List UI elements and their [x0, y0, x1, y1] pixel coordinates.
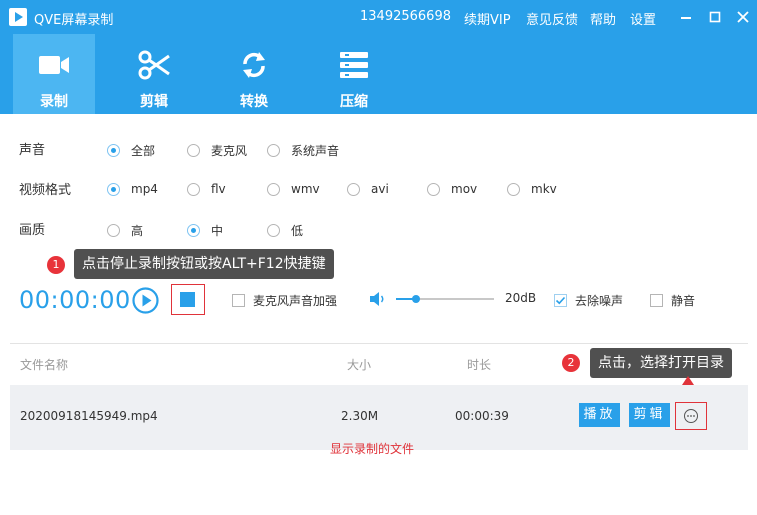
checkmark-icon: [555, 296, 566, 305]
radio-format-flv[interactable]: flv: [187, 182, 226, 196]
edit-file-button[interactable]: 剪辑: [629, 403, 670, 427]
tab-label: 压缩: [340, 94, 368, 110]
quality-label: 画质: [19, 223, 46, 238]
radio-label: mp4: [131, 182, 158, 196]
file-size: 2.30M: [341, 409, 379, 423]
radio-format-mov[interactable]: mov: [427, 182, 477, 196]
volume-db-value: 20dB: [505, 291, 537, 305]
volume-slider[interactable]: [396, 295, 494, 303]
account-phone[interactable]: 13492566698: [360, 9, 451, 24]
more-icon: [684, 409, 698, 423]
tab-label: 转换: [240, 94, 268, 110]
volume-slider-thumb[interactable]: [411, 295, 420, 303]
format-label: 视频格式: [19, 183, 72, 198]
radio-label: 系统声音: [291, 144, 340, 158]
radio-label: 麦克风: [211, 144, 248, 158]
checkbox-label: 静音: [671, 294, 696, 308]
tab-convert[interactable]: 转换: [213, 34, 295, 114]
radio-label: mkv: [531, 182, 557, 196]
volume-icon[interactable]: [369, 291, 387, 307]
checkbox-mic-boost[interactable]: 麦克风声音加强: [232, 292, 337, 309]
checkbox-label: 去除噪声: [575, 294, 624, 308]
help-link[interactable]: 帮助: [590, 9, 616, 28]
checkbox-mute[interactable]: 静音: [650, 292, 695, 309]
radio-label: avi: [371, 182, 389, 196]
file-name: 20200918145949.mp4: [20, 409, 158, 423]
tab-edit[interactable]: 剪辑: [113, 34, 195, 114]
minimize-icon[interactable]: [677, 8, 695, 26]
radio-label: 低: [291, 224, 304, 238]
checkbox-box: [232, 294, 245, 307]
file-list-annotation: 显示录制的文件: [330, 442, 415, 456]
compress-icon: [340, 52, 368, 78]
title-bar: QVE屏幕录制 13492566698 续期VIP 意见反馈 帮助 设置: [0, 0, 757, 34]
column-header-name: 文件名称: [20, 358, 69, 372]
step-2-badge: 2: [562, 354, 580, 372]
tab-label: 剪辑: [140, 94, 168, 110]
tooltip-open-folder-hint: 点击，选择打开目录: [590, 348, 732, 378]
radio-label: 高: [131, 224, 144, 238]
app-title: QVE屏幕录制: [34, 13, 114, 28]
radio-quality-low[interactable]: 低: [267, 222, 303, 239]
radio-quality-high[interactable]: 高: [107, 222, 143, 239]
radio-circle: [107, 182, 120, 196]
file-duration: 00:00:39: [455, 409, 509, 423]
radio-sound-all[interactable]: 全部: [107, 142, 155, 159]
feedback-link[interactable]: 意见反馈: [526, 9, 578, 28]
radio-circle: [187, 224, 200, 237]
play-icon[interactable]: [132, 287, 159, 314]
radio-format-mp4[interactable]: mp4: [107, 182, 158, 196]
settings-link[interactable]: 设置: [630, 9, 656, 28]
radio-circle: [507, 182, 520, 196]
app-window: QVE屏幕录制 13492566698 续期VIP 意见反馈 帮助 设置 录制: [0, 0, 757, 515]
tab-compress[interactable]: 压缩: [313, 34, 395, 114]
radio-format-mkv[interactable]: mkv: [507, 182, 557, 196]
radio-format-avi[interactable]: avi: [347, 182, 389, 196]
radio-label: mov: [451, 182, 478, 196]
radio-label: flv: [211, 182, 226, 196]
radio-quality-medium[interactable]: 中: [187, 222, 223, 239]
tab-record[interactable]: 录制: [13, 34, 95, 114]
checkbox-box: [554, 294, 567, 307]
radio-circle: [347, 182, 360, 196]
column-header-duration: 时长: [467, 358, 492, 372]
radio-circle: [107, 144, 120, 157]
radio-circle: [267, 182, 280, 196]
radio-label: wmv: [291, 182, 320, 196]
sound-label: 声音: [19, 143, 46, 158]
close-icon[interactable]: [734, 8, 752, 26]
column-header-size: 大小: [347, 358, 372, 372]
stop-button[interactable]: [171, 284, 205, 315]
checkbox-label: 麦克风声音加强: [253, 294, 338, 308]
checkbox-box: [650, 294, 663, 307]
radio-sound-system[interactable]: 系统声音: [267, 142, 339, 159]
radio-label: 全部: [131, 144, 156, 158]
record-timer: 00:00:00: [19, 286, 131, 314]
radio-format-wmv[interactable]: wmv: [267, 182, 320, 196]
radio-circle: [107, 224, 120, 237]
radio-circle: [187, 182, 200, 196]
tooltip-stop-hint: 点击停止录制按钮或按ALT+F12快捷键: [74, 249, 334, 279]
stop-icon: [180, 292, 195, 307]
step-1-badge: 1: [47, 256, 65, 274]
checkbox-denoise[interactable]: 去除噪声: [554, 292, 623, 309]
renew-vip-link[interactable]: 续期VIP: [464, 9, 511, 28]
radio-circle: [187, 144, 200, 157]
radio-sound-mic[interactable]: 麦克风: [187, 142, 247, 159]
video-camera-icon: [39, 56, 69, 74]
app-logo-icon: [9, 8, 27, 26]
more-options-button[interactable]: [675, 402, 707, 430]
radio-label: 中: [211, 224, 224, 238]
tab-label: 录制: [40, 94, 68, 110]
maximize-icon[interactable]: [706, 8, 724, 26]
radio-circle: [267, 144, 280, 157]
scissors-icon: [138, 50, 170, 80]
main-toolbar: 录制 剪辑 转换 压缩: [0, 34, 757, 114]
refresh-icon: [243, 52, 265, 78]
play-file-button[interactable]: 播放: [579, 403, 620, 427]
radio-circle: [427, 182, 440, 196]
radio-circle: [267, 224, 280, 237]
divider: [10, 343, 748, 344]
